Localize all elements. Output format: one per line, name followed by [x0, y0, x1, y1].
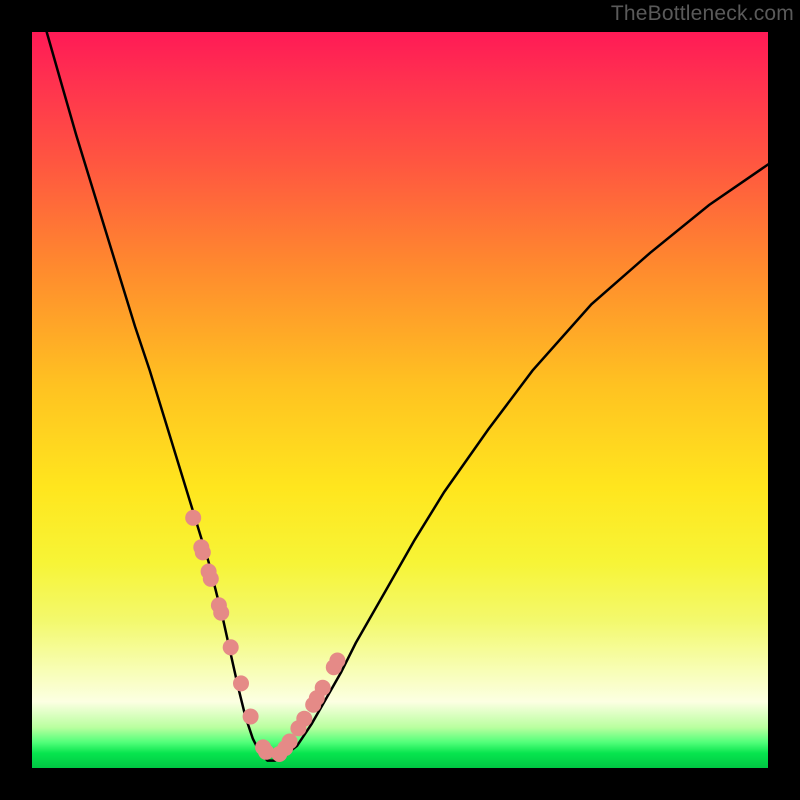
- data-marker: [243, 709, 259, 725]
- data-marker: [329, 653, 345, 669]
- data-marker: [296, 711, 312, 727]
- plot-area: [32, 32, 768, 768]
- data-marker: [282, 734, 298, 750]
- data-marker: [258, 744, 274, 760]
- data-markers: [185, 510, 345, 762]
- chart-svg: [32, 32, 768, 768]
- data-marker: [315, 680, 331, 696]
- data-marker: [233, 675, 249, 691]
- data-marker: [223, 639, 239, 655]
- data-marker: [195, 544, 211, 560]
- data-marker: [213, 605, 229, 621]
- attribution-text: TheBottleneck.com: [611, 2, 794, 26]
- data-marker: [185, 510, 201, 526]
- bottleneck-curve: [47, 32, 768, 761]
- data-marker: [203, 571, 219, 587]
